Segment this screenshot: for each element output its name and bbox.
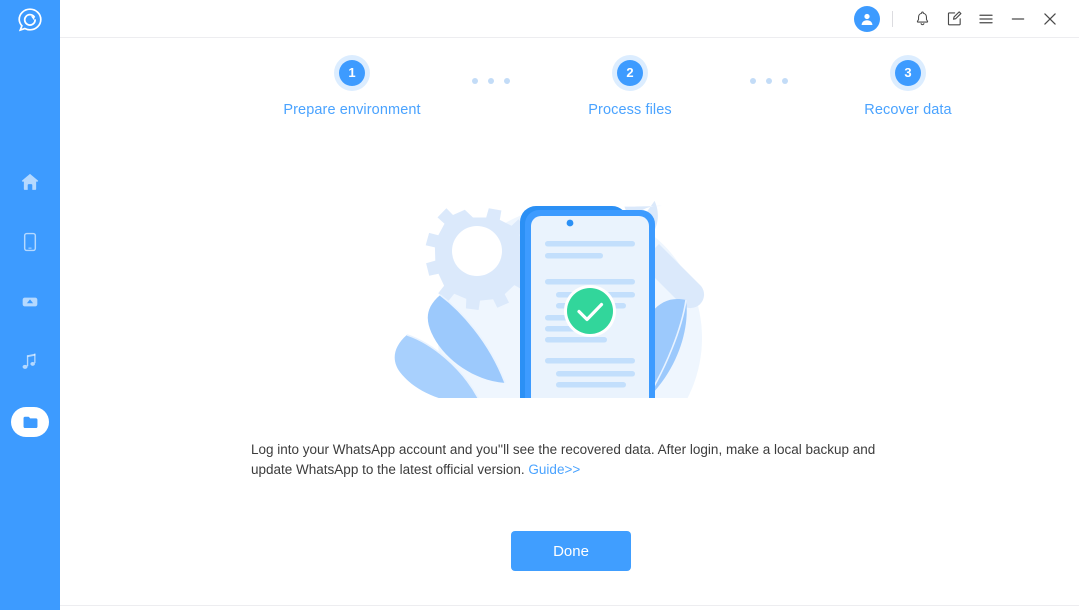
sidebar-active-indicator: [11, 407, 49, 437]
app-logo[interactable]: [0, 0, 60, 38]
phone-device: [520, 206, 655, 398]
sidebar-item-folder[interactable]: [0, 392, 60, 452]
step-number-2: 2: [617, 60, 643, 86]
titlebar-divider: [892, 10, 893, 27]
step-process-files: 2 Process files: [515, 60, 745, 118]
bell-icon: [916, 11, 928, 26]
minimize-button[interactable]: [1005, 6, 1031, 32]
illustration-graphic: [394, 200, 705, 398]
user-avatar[interactable]: [854, 5, 880, 32]
check-circle-icon: [564, 285, 616, 337]
device-icon: [23, 232, 37, 252]
folder-icon: [23, 416, 37, 428]
step-label-3: Recover data: [864, 102, 952, 118]
user-avatar-icon: [861, 13, 873, 25]
home-icon: [21, 173, 39, 190]
music-icon: [22, 353, 36, 369]
feedback-button[interactable]: [941, 6, 967, 32]
sidebar-item-music[interactable]: [0, 332, 60, 392]
close-icon: [1044, 12, 1056, 25]
edit-note-icon: [947, 11, 961, 26]
connector-dot: [472, 78, 478, 84]
done-button[interactable]: Done: [511, 531, 631, 571]
step-number-3: 3: [895, 60, 921, 86]
phone-recovery-success-illustration: [370, 178, 770, 398]
description-text: Log into your WhatsApp account and you''…: [251, 440, 876, 480]
stepper: 1 Prepare environment 2 Process files 3 …: [60, 60, 1079, 160]
step-label-1: Prepare environment: [283, 102, 421, 118]
notifications-button[interactable]: [909, 6, 935, 32]
connector-dot: [782, 78, 788, 84]
step-connector-2: [750, 78, 788, 84]
cloud-icon: [22, 297, 38, 307]
sidebar-item-device[interactable]: [0, 212, 60, 272]
hamburger-menu-icon: [979, 14, 993, 23]
sidebar-item-home[interactable]: [0, 152, 60, 212]
app-window: 1 Prepare environment 2 Process files 3 …: [0, 0, 1079, 610]
sidebar-nav: [0, 152, 60, 452]
step-number-1: 1: [339, 60, 365, 86]
connector-dot: [750, 78, 756, 84]
main-area: 1 Prepare environment 2 Process files 3 …: [60, 0, 1079, 610]
titlebar: [60, 0, 1079, 38]
minimize-icon: [1011, 17, 1025, 20]
bottom-divider: [60, 605, 1079, 606]
sidebar-item-cloud[interactable]: [0, 272, 60, 332]
step-recover-data: 3 Recover data: [793, 60, 1023, 118]
whatsapp-recovery-logo-icon: [18, 8, 42, 32]
connector-dot: [766, 78, 772, 84]
menu-button[interactable]: [973, 6, 999, 32]
connector-dot: [488, 78, 494, 84]
sidebar: [0, 0, 60, 610]
step-label-2: Process files: [588, 102, 672, 118]
close-button[interactable]: [1037, 6, 1063, 32]
connector-dot: [504, 78, 510, 84]
step-prepare-environment: 1 Prepare environment: [237, 60, 467, 118]
step-connector-1: [472, 78, 510, 84]
guide-link[interactable]: Guide>>: [528, 462, 580, 477]
